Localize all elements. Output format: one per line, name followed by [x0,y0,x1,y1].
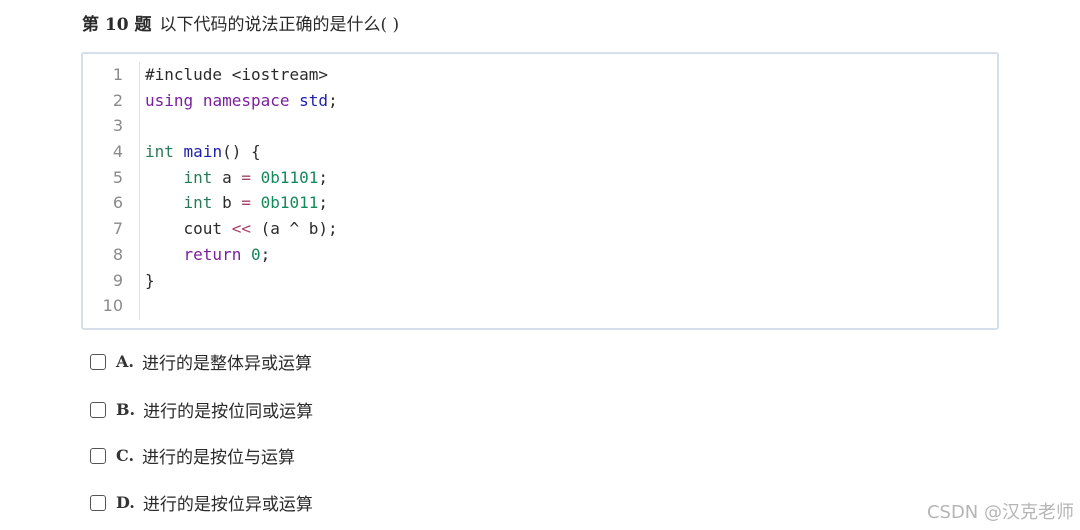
line-number: 5 [112,167,123,187]
line-number: 1 [112,65,123,84]
question-text: 以下代码的说法正确的是什么( ) [159,15,400,35]
question-number: 第 10 题 [82,15,152,35]
code-line: int b = 0b1011; [183,193,329,213]
code-line: #include <iostream> [145,65,329,84]
checkbox-icon[interactable] [90,401,106,418]
code-line: cout << (a ^ b); [145,219,338,239]
checkbox-icon[interactable] [90,494,106,511]
option-letter: D. [116,493,135,512]
watermark: CSDN @汉克老师 [926,502,1074,523]
code-line: int main() { [145,142,261,162]
line-number: 3 [112,116,123,136]
line-number: 4 [112,142,123,162]
option-c[interactable]: C. 进行的是按位与运算 [90,443,295,468]
code-line: } [145,270,155,290]
option-letter: B. [116,400,136,419]
option-d[interactable]: D. 进行的是按位异或运算 [90,490,313,515]
line-number: 6 [112,193,123,213]
question-heading: 第 10 题以下代码的说法正确的是什么( ) [82,10,399,35]
code-line: using namespace std; [145,90,338,110]
line-number: 10 [102,296,123,316]
option-text: 进行的是按位同或运算 [143,402,314,422]
line-number: 8 [112,244,123,264]
checkbox-icon[interactable] [90,447,106,464]
code-lines: #include <iostream> using namespace std;… [145,62,338,319]
line-number: 9 [112,270,123,290]
line-number: 7 [112,219,123,239]
option-letter: C. [116,446,135,465]
line-number-gutter: 1 2 3 4 5 6 7 8 9 10 [83,62,140,320]
option-letter: A. [116,352,134,371]
code-block: 1 2 3 4 5 6 7 8 9 10 #include <iostream>… [81,52,999,330]
code-line: int a = 0b1101; [183,167,329,187]
option-text: 进行的是整体异或运算 [141,354,312,374]
option-b[interactable]: B. 进行的是按位同或运算 [90,397,313,422]
checkbox-icon[interactable] [90,353,106,370]
option-text: 进行的是按位异或运算 [142,495,313,515]
code-line: return 0; [183,244,271,264]
line-number: 2 [112,90,123,110]
option-text: 进行的是按位与运算 [142,448,296,468]
option-a[interactable]: A. 进行的是整体异或运算 [90,349,312,374]
